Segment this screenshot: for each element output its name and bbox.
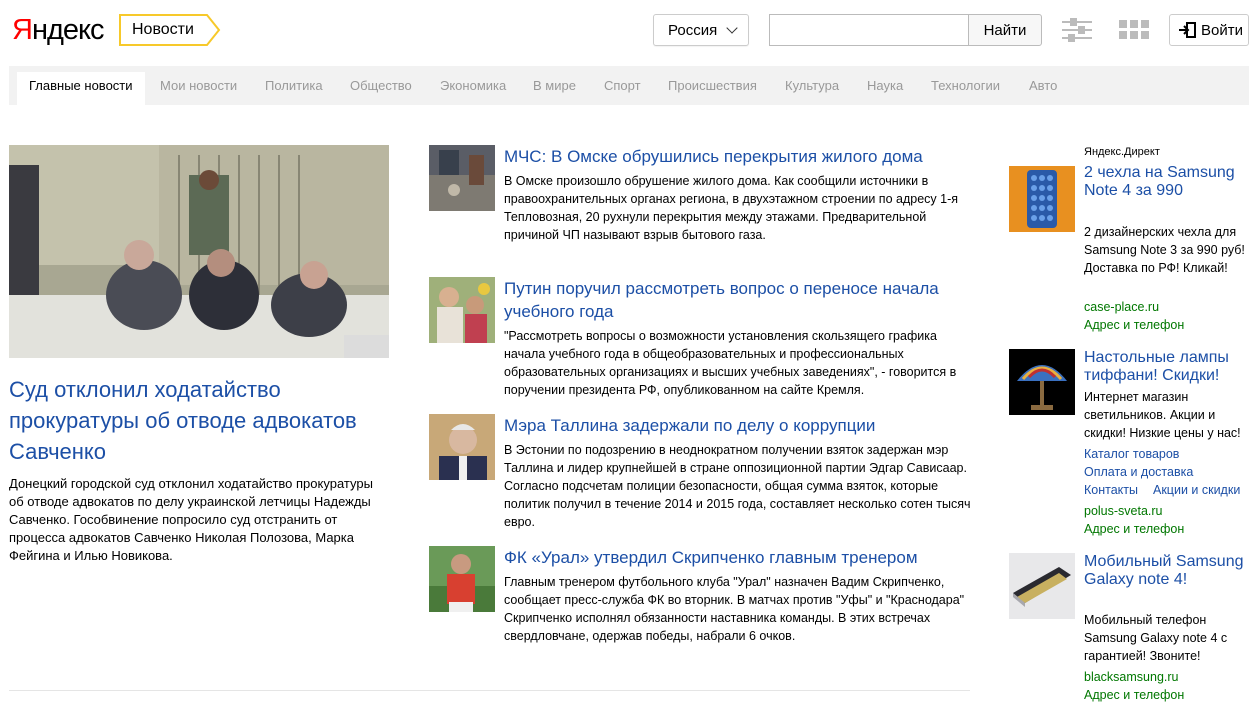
ad-item: Мобильный Samsung Galaxy note 4! Мобильн… <box>1009 553 1254 713</box>
tab-technology[interactable]: Технологии <box>931 72 1000 105</box>
ad-sitelink[interactable]: Оплата и доставка <box>1084 463 1193 481</box>
region-label: Россия <box>668 21 718 39</box>
ad-domain[interactable]: case-place.ru <box>1084 298 1159 316</box>
search-button[interactable]: Найти <box>968 14 1042 46</box>
service-tag-label: Новости <box>132 21 194 38</box>
ad-thumb[interactable] <box>1009 166 1075 232</box>
chevron-down-icon <box>726 22 738 34</box>
news-title[interactable]: Мэра Таллина задержали по делу о коррупц… <box>504 414 974 437</box>
news-item: Мэра Таллина задержали по делу о коррупц… <box>429 414 974 534</box>
tab-economy[interactable]: Экономика <box>440 72 506 105</box>
ad-text: Мобильный телефон Samsung Galaxy note 4 … <box>1084 613 1228 663</box>
ad-sitelink[interactable]: Каталог товаров <box>1084 445 1179 463</box>
courtroom-photo <box>9 145 389 358</box>
search-input[interactable] <box>769 14 969 46</box>
services-grid-icon[interactable] <box>1119 20 1149 40</box>
divider <box>9 690 970 691</box>
ad-domain[interactable]: blacksamsung.ru <box>1084 668 1179 686</box>
news-item: МЧС: В Омске обрушились перекрытия жилог… <box>429 145 974 255</box>
ad-address-link[interactable]: Адрес и телефон <box>1084 316 1184 334</box>
ad-item: 2 чехла на Samsung Note 4 за 990 2 дизай… <box>1009 164 1254 339</box>
yandex-logo[interactable]: Яндекс <box>12 14 105 46</box>
news-item: ФК «Урал» утвердил Скрипченко главным тр… <box>429 546 974 666</box>
login-icon <box>1179 22 1196 38</box>
service-tag-news[interactable]: Новости <box>119 14 221 46</box>
region-select[interactable]: Россия <box>653 14 749 46</box>
login-label: Войти <box>1201 21 1243 39</box>
tab-culture[interactable]: Культура <box>785 72 839 105</box>
rubrics-nav: Главные новости Мои новости Политика Общ… <box>9 66 1249 105</box>
logo-rest: ндекс <box>31 14 105 46</box>
login-button[interactable]: Войти <box>1169 14 1249 46</box>
tab-society[interactable]: Общество <box>350 72 412 105</box>
ad-sitelink[interactable]: Акции и скидки <box>1153 481 1240 499</box>
main-story-text: Донецкий городской суд отклонил ходатайс… <box>9 476 373 563</box>
news-title[interactable]: ФК «Урал» утвердил Скрипченко главным тр… <box>504 546 974 569</box>
news-title[interactable]: МЧС: В Омске обрушились перекрытия жилог… <box>504 145 974 168</box>
ad-title[interactable]: Настольные лампы тиффани! Скидки! <box>1084 349 1254 385</box>
ad-address-link[interactable]: Адрес и телефон <box>1084 520 1184 538</box>
main-story-image[interactable] <box>9 145 389 358</box>
tab-incidents[interactable]: Происшествия <box>668 72 757 105</box>
news-thumb[interactable] <box>429 145 495 211</box>
settings-sliders-icon[interactable] <box>1062 18 1092 42</box>
ad-title[interactable]: Мобильный Samsung Galaxy note 4! <box>1084 553 1254 589</box>
news-item: Путин поручил рассмотреть вопрос о перен… <box>429 277 974 397</box>
news-text: "Рассмотреть вопросы о возможности устан… <box>504 329 957 397</box>
main-story-title[interactable]: Суд отклонил ходатайство прокуратуры об … <box>9 374 399 467</box>
direct-label[interactable]: Яндекс.Директ <box>1084 146 1160 158</box>
tab-sport[interactable]: Спорт <box>604 72 641 105</box>
news-text: Главным тренером футбольного клуба "Урал… <box>504 575 965 643</box>
news-text: В Омске произошло обрушение жилого дома.… <box>504 174 958 242</box>
ad-sitelink[interactable]: Контакты <box>1084 481 1138 499</box>
ad-thumb[interactable] <box>1009 349 1075 415</box>
news-thumb[interactable] <box>429 546 495 612</box>
ad-title[interactable]: 2 чехла на Samsung Note 4 за 990 <box>1084 164 1254 200</box>
tab-science[interactable]: Наука <box>867 72 903 105</box>
news-thumb[interactable] <box>429 277 495 343</box>
ad-text: 2 дизайнерских чехла для Samsung Note 3 … <box>1084 225 1245 275</box>
ad-thumb[interactable] <box>1009 553 1075 619</box>
tab-auto[interactable]: Авто <box>1029 72 1057 105</box>
tab-main-news[interactable]: Главные новости <box>17 72 145 105</box>
tab-my-news[interactable]: Мои новости <box>160 72 237 105</box>
news-thumb[interactable] <box>429 414 495 480</box>
tab-politics[interactable]: Политика <box>265 72 323 105</box>
ad-domain[interactable]: polus-sveta.ru <box>1084 502 1163 520</box>
news-title[interactable]: Путин поручил рассмотреть вопрос о перен… <box>504 277 974 323</box>
ad-text: Интернет магазин светильников. Акции и с… <box>1084 390 1241 440</box>
logo-first-letter: Я <box>12 14 33 46</box>
ad-address-link[interactable]: Адрес и телефон <box>1084 686 1184 704</box>
ad-item: Настольные лампы тиффани! Скидки! Интерн… <box>1009 348 1254 543</box>
tab-world[interactable]: В мире <box>533 72 576 105</box>
news-text: В Эстонии по подозрению в неоднократном … <box>504 443 971 529</box>
